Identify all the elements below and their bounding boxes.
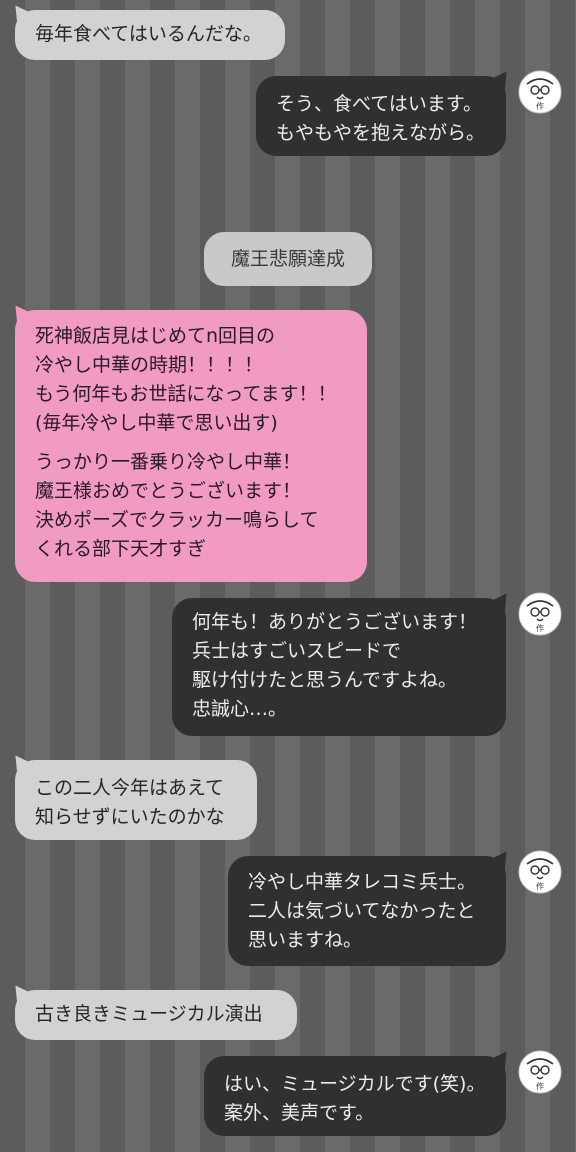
message-text: 冷やし中華タレコミ兵士。 (248, 871, 477, 893)
message-text: 兵士はすごいスピードで (192, 640, 402, 662)
message-text: 毎年食べてはいるんだな。 (35, 23, 262, 45)
message-bubble-right[interactable]: 何年も！ありがとうございます！ 兵士はすごいスピードで 駆け付けたと思うんですよ… (172, 598, 506, 736)
message-bubble-left[interactable]: 毎年食べてはいるんだな。 (15, 10, 285, 60)
message-text: 思いますね。 (248, 929, 363, 951)
author-avatar-icon[interactable]: 作 (518, 70, 562, 114)
author-avatar-icon[interactable]: 作 (518, 850, 562, 894)
message-text: そう、食べてはいます。 (276, 93, 482, 115)
message-text: 冷やし中華の時期！！！！ (35, 354, 264, 376)
message-text: 知らせずにいたのかな (35, 806, 225, 828)
avatar-label: 作 (536, 101, 544, 111)
message-text: 案外、美声です。 (224, 1102, 375, 1124)
avatar-label: 作 (536, 881, 544, 891)
message-text: 古き良きミュージカル演出 (35, 1003, 263, 1025)
message-bubble-left[interactable]: 古き良きミュージカル演出 (15, 990, 297, 1040)
message-text: この二人今年はあえて (35, 777, 225, 799)
message-text: 死神飯店見はじめてn回目の (35, 325, 276, 347)
message-text: 決めポーズでクラッカー鳴らして (35, 509, 319, 531)
message-text: (毎年冷やし中華で思い出す) (35, 412, 278, 434)
message-bubble-left[interactable]: この二人今年はあえて 知らせずにいたのかな (15, 760, 257, 840)
avatar-label: 作 (536, 1081, 544, 1091)
message-text: うっかり一番乗り冷やし中華！ (35, 451, 302, 473)
message-text: くれる部下天才すぎ (35, 538, 207, 560)
message-text: もやもやを抱えながら。 (276, 122, 486, 144)
message-text: もう何年もお世話になってます！！ (35, 383, 337, 405)
message-text: 駆け付けたと思うんですよね。 (192, 669, 458, 691)
message-text: 忠誠心…。 (192, 698, 288, 720)
avatar-label: 作 (536, 623, 544, 633)
author-avatar-icon[interactable]: 作 (518, 592, 562, 636)
message-text: はい、ミュージカルです(笑)。 (224, 1073, 486, 1095)
author-avatar-icon[interactable]: 作 (518, 1050, 562, 1094)
message-text: 二人は気づいてなかったと (248, 900, 476, 922)
message-bubble-right[interactable]: 冷やし中華タレコミ兵士。 二人は気づいてなかったと 思いますね。 (228, 856, 506, 966)
message-bubble-right[interactable]: そう、食べてはいます。 もやもやを抱えながら。 (256, 76, 506, 156)
system-message: 魔王悲願達成 (204, 232, 372, 286)
message-text: 何年も！ありがとうございます！ (192, 611, 478, 633)
message-bubble-right[interactable]: はい、ミュージカルです(笑)。 案外、美声です。 (204, 1056, 506, 1136)
message-text: 魔王様おめでとうございます！ (35, 480, 302, 502)
message-bubble-left-pink[interactable]: 死神飯店見はじめてn回目の 冷やし中華の時期！！！！ もう何年もお世話になってま… (15, 310, 367, 582)
